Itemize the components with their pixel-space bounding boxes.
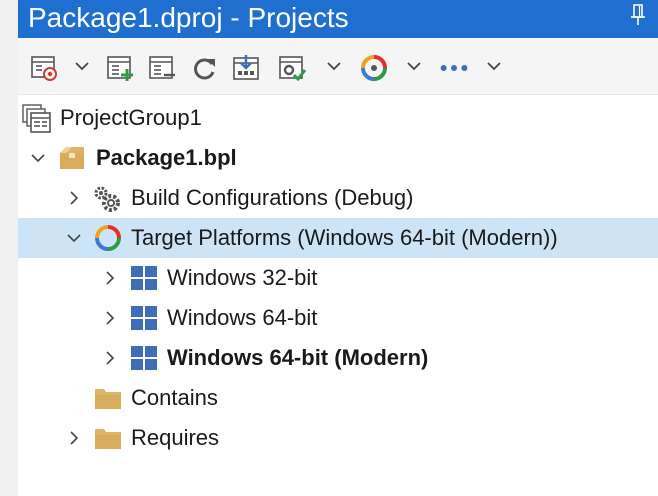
title-bar: Package1.dproj - Projects — [18, 0, 658, 38]
tree-item-label: Requires — [131, 425, 220, 450]
chevron-down-icon[interactable] — [66, 230, 82, 246]
target-platform-icon[interactable] — [358, 52, 390, 84]
tree-item-package1-bpl[interactable]: Package1.bpl — [18, 138, 658, 178]
package-icon — [58, 144, 86, 172]
target-platform-icon — [94, 224, 122, 252]
windows-icon — [130, 264, 158, 292]
tree-item-windows-32-bit[interactable]: Windows 32-bit — [18, 258, 658, 298]
toolbar — [18, 38, 658, 95]
tree-item-label: Build Configurations (Debug) — [131, 185, 414, 210]
tree-item-windows-64-bit[interactable]: Windows 64-bit — [18, 298, 658, 338]
tree-item-requires[interactable]: Requires — [18, 418, 658, 458]
chevron-right-icon[interactable] — [102, 310, 118, 326]
add-existing-project-icon[interactable] — [146, 52, 178, 84]
folder-icon — [94, 384, 122, 412]
tree-item-contains[interactable]: Contains — [18, 378, 658, 418]
chevron-right-icon[interactable] — [102, 350, 118, 366]
refresh-icon[interactable] — [188, 52, 220, 84]
chevron-right-icon[interactable] — [66, 430, 82, 446]
windows-icon — [130, 304, 158, 332]
build-configuration-dropdown-chevron-icon[interactable] — [326, 58, 342, 74]
build-configuration-icon[interactable] — [276, 52, 308, 84]
project-options-dropdown-chevron-icon[interactable] — [74, 58, 90, 74]
left-edge-strip — [0, 0, 18, 496]
chevron-right-icon[interactable] — [102, 270, 118, 286]
gears-icon — [92, 184, 120, 212]
window-title: Package1.dproj - Projects — [28, 2, 349, 33]
pin-icon[interactable] — [628, 2, 648, 28]
chevron-down-icon[interactable] — [30, 150, 46, 166]
tree-item-label: Package1.bpl — [96, 145, 237, 170]
target-platform-dropdown-chevron-icon[interactable] — [406, 58, 422, 74]
tree-item-label: Target Platforms (Windows 64-bit (Modern… — [131, 225, 558, 250]
project-group-icon — [22, 104, 51, 133]
tree-item-label: Contains — [131, 385, 218, 410]
tree-item-label: Windows 32-bit — [167, 265, 318, 290]
chevron-right-icon[interactable] — [66, 190, 82, 206]
tree-item-build-configurations[interactable]: Build Configurations (Debug) — [18, 178, 658, 218]
tree-item-label: ProjectGroup1 — [60, 105, 202, 130]
tree-item-label: Windows 64-bit — [167, 305, 318, 330]
add-new-project-icon[interactable] — [104, 52, 136, 84]
more-options-dropdown-chevron-icon[interactable] — [486, 58, 502, 74]
folder-icon — [94, 424, 122, 452]
windows-icon — [130, 344, 158, 372]
tree-item-label: Windows 64-bit (Modern) — [167, 345, 429, 370]
tree-item-target-platforms[interactable]: Target Platforms (Windows 64-bit (Modern… — [18, 218, 658, 258]
more-options-icon[interactable] — [438, 52, 470, 84]
project-tree: ProjectGroup1 Package1.bpl Build Configu… — [18, 95, 658, 496]
project-options-icon[interactable] — [28, 52, 60, 84]
build-all-icon[interactable] — [230, 52, 262, 84]
tree-item-windows-64-bit-modern[interactable]: Windows 64-bit (Modern) — [18, 338, 658, 378]
tree-item-projectgroup1[interactable]: ProjectGroup1 — [18, 98, 658, 138]
